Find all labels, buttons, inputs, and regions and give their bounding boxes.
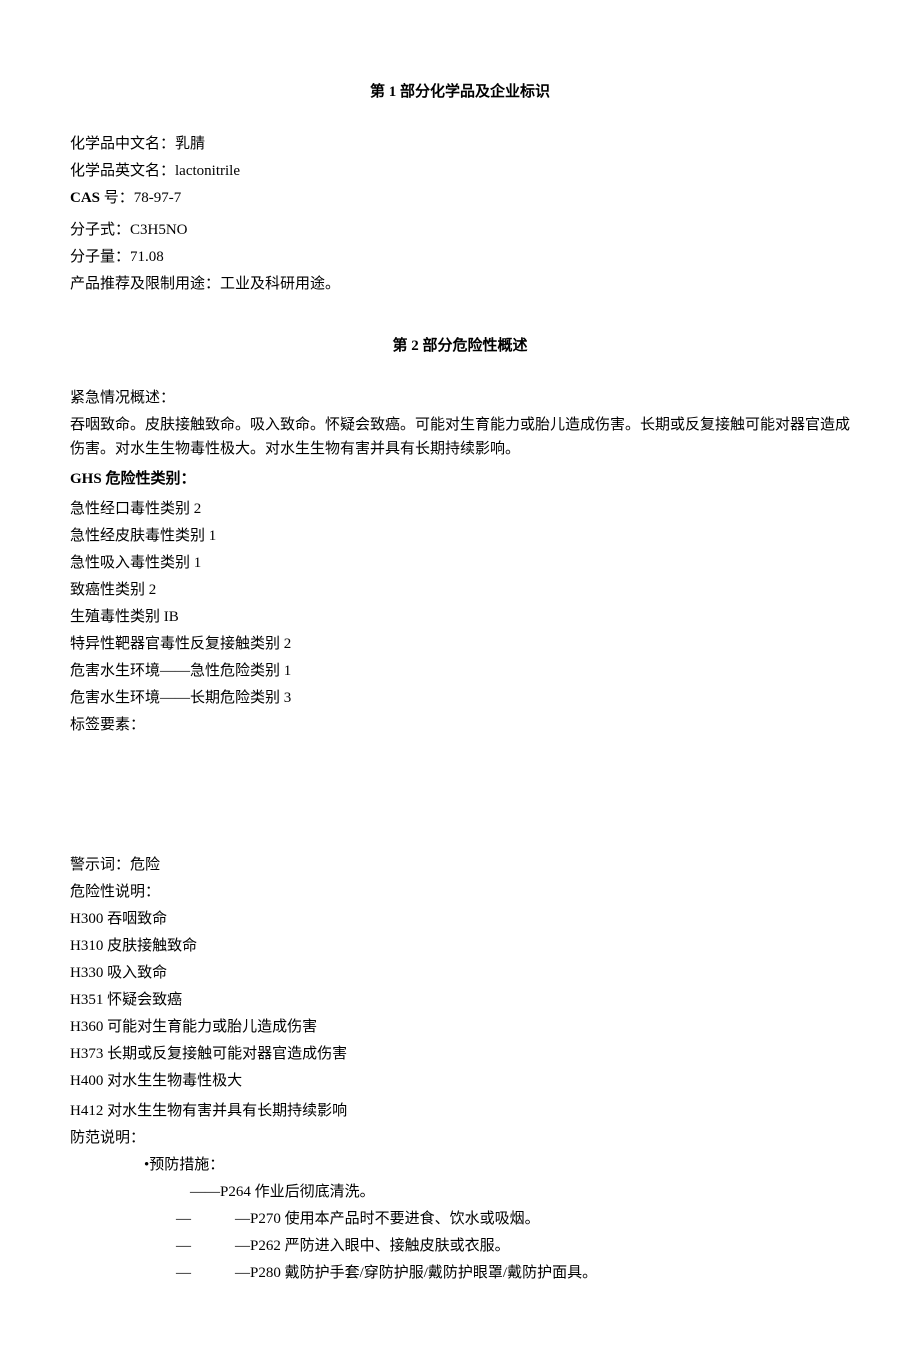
- cas-label-en: CAS: [70, 190, 104, 206]
- sec2-num: 2: [411, 338, 419, 354]
- en-name-line: 化学品英文名：lactonitrile: [70, 159, 850, 183]
- mw-label: 分子量：: [70, 249, 130, 265]
- formula-value: C3H5NO: [130, 222, 188, 238]
- label-elements: 标签要素：: [70, 713, 850, 737]
- precaution-label: 防范说明：: [70, 1126, 850, 1150]
- en-name-value: lactonitrile: [175, 163, 240, 179]
- hazard-item: H412 对水生生物有害并具有长期持续影响: [70, 1099, 850, 1123]
- ghs-item: 致癌性类别 2: [70, 578, 850, 602]
- cas-label-cn: 号：: [104, 190, 134, 206]
- signal-word-line: 警示词：危险: [70, 853, 850, 877]
- prevention-text: —P280 戴防护手套/穿防护服/戴防护眼罩/戴防护面具。: [235, 1265, 597, 1281]
- hazard-item: H310 皮肤接触致命: [70, 934, 850, 958]
- prevention-text: —P270 使用本产品时不要进食、饮水或吸烟。: [235, 1211, 540, 1227]
- dash-icon: —: [176, 1238, 191, 1254]
- hazard-item: H300 吞咽致命: [70, 907, 850, 931]
- dash-icon: —: [176, 1265, 191, 1281]
- section1-title: 第 1 部分化学品及企业标识: [70, 80, 850, 104]
- en-name-label: 化学品英文名：: [70, 163, 175, 179]
- prevention-item: — —P262 严防进入眼中、接触皮肤或衣服。: [176, 1234, 850, 1258]
- mw-value: 71.08: [130, 249, 164, 265]
- ghs-item: 急性吸入毒性类别 1: [70, 551, 850, 575]
- use-line: 产品推荐及限制用途：工业及科研用途。: [70, 272, 850, 296]
- hazard-statement-label: 危险性说明：: [70, 880, 850, 904]
- signal-word-label: 警示词：: [70, 857, 130, 873]
- hazard-item: H351 怀疑会致癌: [70, 988, 850, 1012]
- hazard-item: H330 吸入致命: [70, 961, 850, 985]
- sec1-prefix: 第: [370, 84, 389, 100]
- cn-name-line: 化学品中文名：乳腈: [70, 132, 850, 156]
- cn-name-label: 化学品中文名：: [70, 136, 175, 152]
- pictogram-placeholder: [70, 740, 850, 850]
- sec2-suffix: 部分危险性概述: [419, 338, 528, 354]
- emergency-label: 紧急情况概述：: [70, 386, 850, 410]
- ghs-label-line: GHS 危险性类别：: [70, 467, 850, 491]
- emergency-text: 吞咽致命。皮肤接触致命。吸入致命。怀疑会致癌。可能对生育能力或胎儿造成伤害。长期…: [70, 413, 850, 461]
- ghs-item: 危害水生环境——长期危险类别 3: [70, 686, 850, 710]
- ghs-item: 特异性靶器官毒性反复接触类别 2: [70, 632, 850, 656]
- hazard-item: H400 对水生生物毒性极大: [70, 1069, 850, 1093]
- ghs-label-cn: 危险性类别：: [105, 471, 195, 487]
- ghs-item: 危害水生环境——急性危险类别 1: [70, 659, 850, 683]
- prevention-item: — —P280 戴防护手套/穿防护服/戴防护眼罩/戴防护面具。: [176, 1261, 850, 1285]
- ghs-item: 生殖毒性类别 IB: [70, 605, 850, 629]
- formula-label: 分子式：: [70, 222, 130, 238]
- cas-value: 78-97-7: [134, 190, 182, 206]
- formula-line: 分子式：C3H5NO: [70, 218, 850, 242]
- section2-title: 第 2 部分危险性概述: [70, 334, 850, 358]
- dash-icon: —: [176, 1211, 191, 1227]
- prevention-head: •预防措施：: [144, 1153, 850, 1177]
- use-label: 产品推荐及限制用途：: [70, 276, 220, 292]
- prevention-item: — —P270 使用本产品时不要进食、饮水或吸烟。: [176, 1207, 850, 1231]
- cn-name-value: 乳腈: [175, 136, 205, 152]
- sec2-prefix: 第: [392, 338, 411, 354]
- signal-word-value: 危险: [130, 857, 160, 873]
- prevention-text: —P262 严防进入眼中、接触皮肤或衣服。: [235, 1238, 510, 1254]
- prevention-item: ——P264 作业后彻底清洗。: [190, 1180, 850, 1204]
- hazard-item: H360 可能对生育能力或胎儿造成伤害: [70, 1015, 850, 1039]
- sec1-suffix: 部分化学品及企业标识: [396, 84, 550, 100]
- hazard-item: H373 长期或反复接触可能对器官造成伤害: [70, 1042, 850, 1066]
- use-value: 工业及科研用途。: [220, 276, 340, 292]
- ghs-item: 急性经皮肤毒性类别 1: [70, 524, 850, 548]
- cas-line: CAS 号：78-97-7: [70, 186, 850, 210]
- mw-line: 分子量：71.08: [70, 245, 850, 269]
- ghs-item: 急性经口毒性类别 2: [70, 497, 850, 521]
- ghs-label-en: GHS: [70, 471, 105, 487]
